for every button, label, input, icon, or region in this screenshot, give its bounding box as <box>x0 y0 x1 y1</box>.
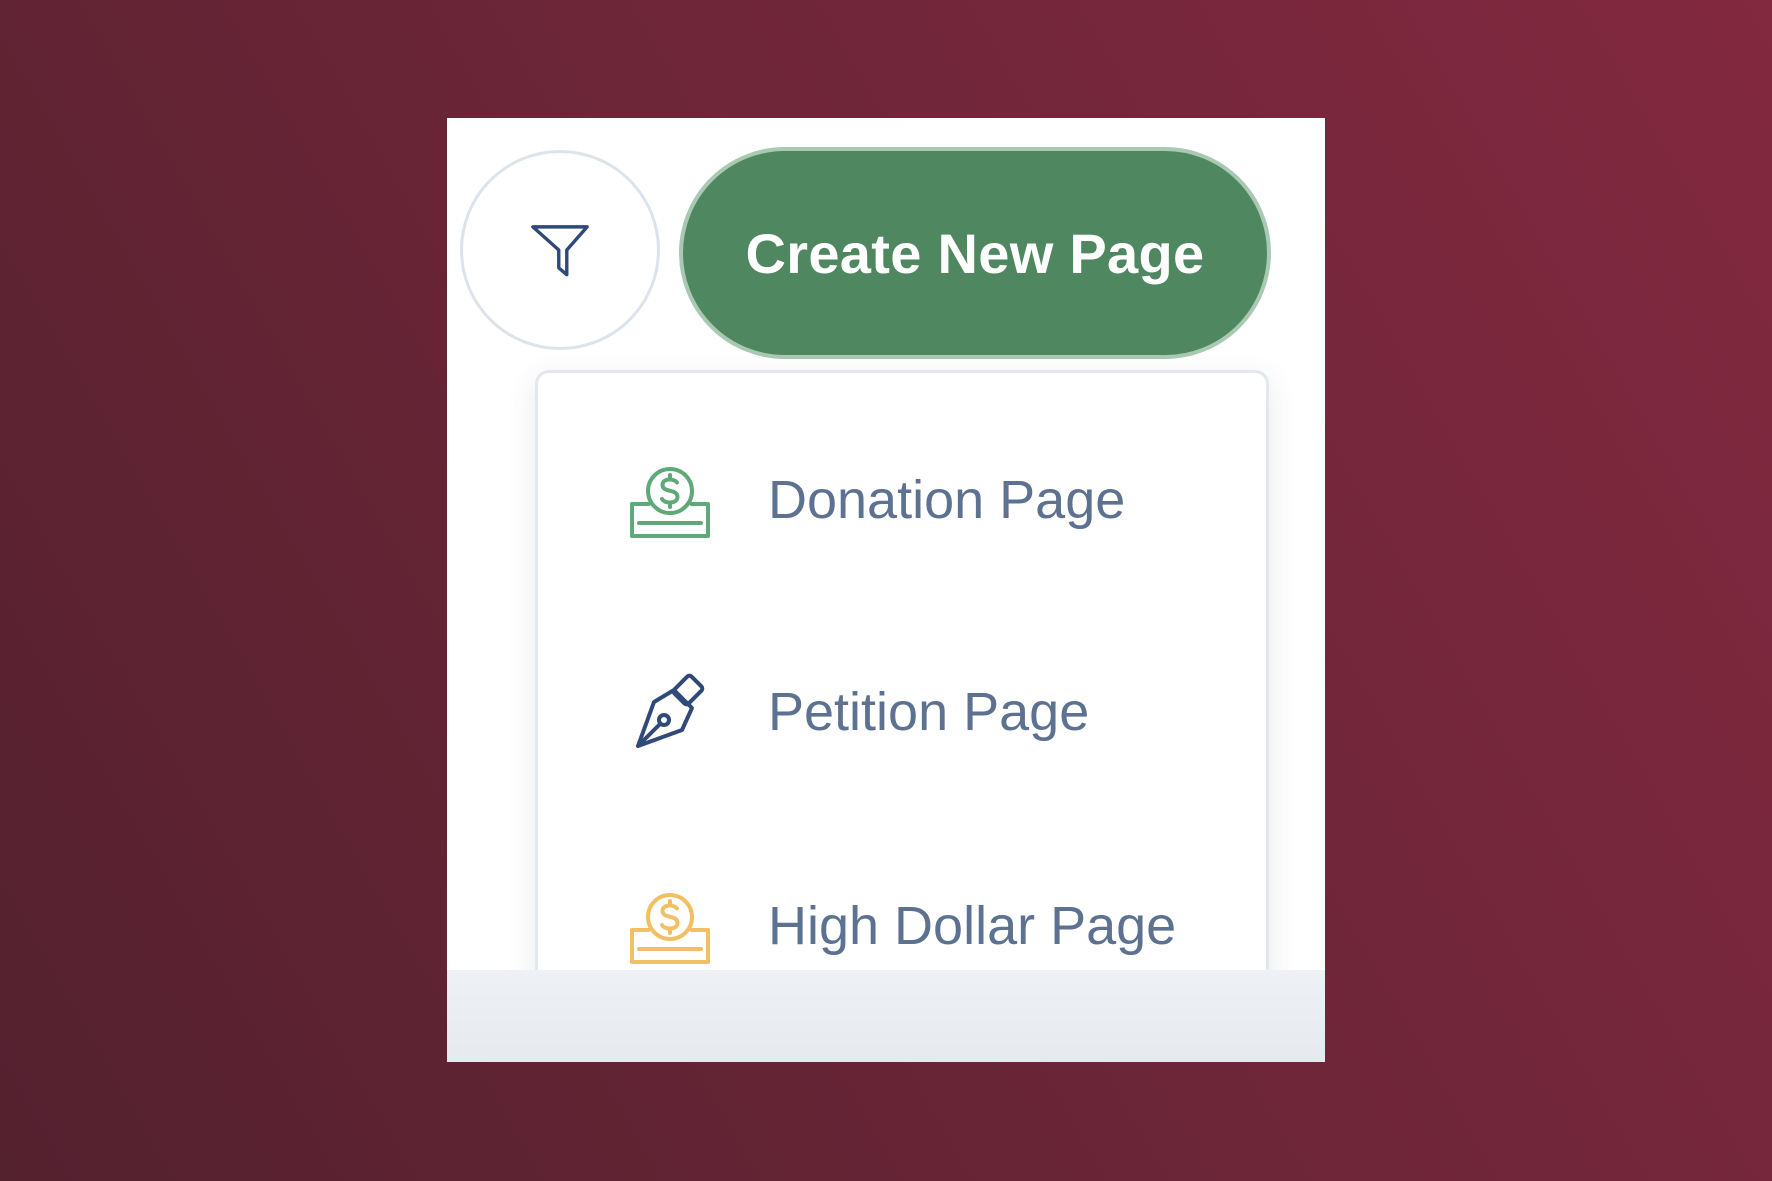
menu-item-label: High Dollar Page <box>768 896 1177 956</box>
panel-footer <box>447 970 1325 1062</box>
menu-item-label: Petition Page <box>768 682 1090 742</box>
menu-item-donation-page[interactable]: Donation Page <box>538 425 1266 575</box>
create-page-dropdown-menu: Donation Page Petition Page High Dollar … <box>535 370 1269 1016</box>
donation-coin-icon <box>628 458 712 542</box>
fountain-pen-icon <box>628 670 712 754</box>
filter-button[interactable] <box>460 150 660 350</box>
high-dollar-coin-icon <box>628 884 712 968</box>
menu-item-label: Donation Page <box>768 470 1126 530</box>
menu-item-petition-page[interactable]: Petition Page <box>538 637 1266 787</box>
filter-funnel-icon <box>531 225 589 277</box>
create-page-panel: Create New Page Donation Page Petition P… <box>447 118 1325 1062</box>
create-new-page-button[interactable]: Create New Page <box>679 147 1271 359</box>
